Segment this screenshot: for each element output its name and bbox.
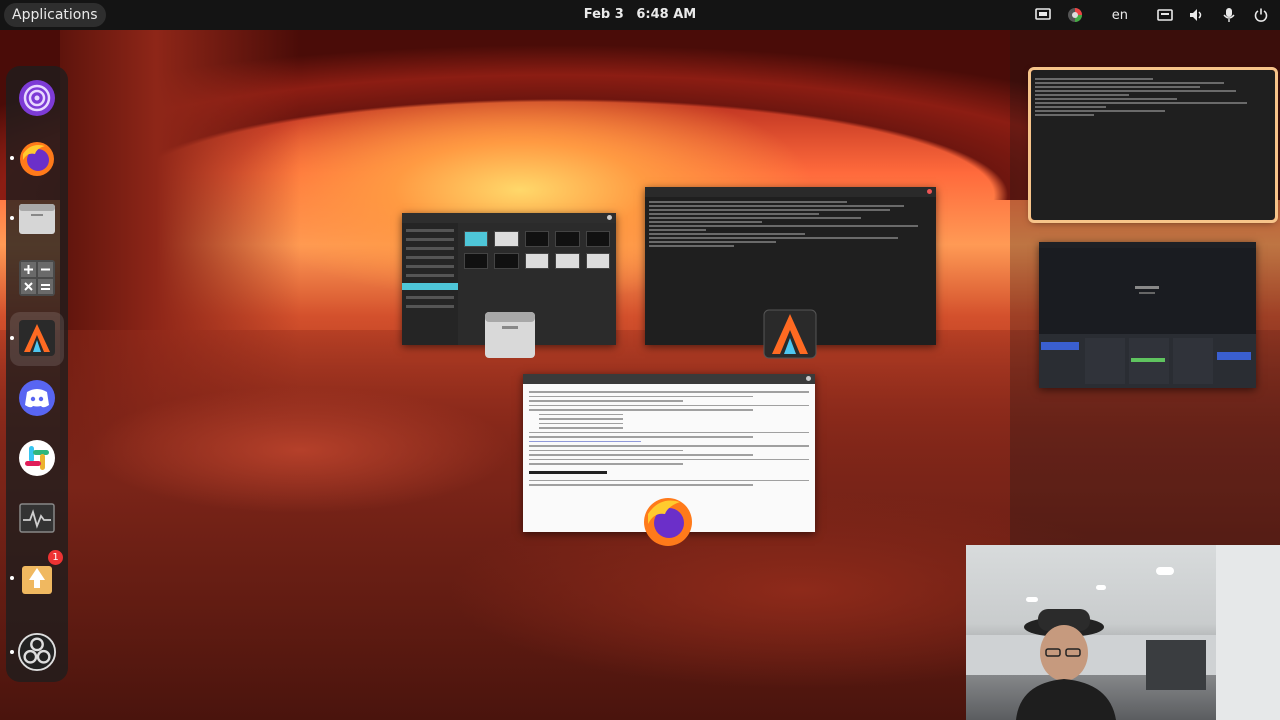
volume-icon[interactable] — [1188, 6, 1206, 24]
microphone-icon[interactable] — [1220, 6, 1238, 24]
webcam-overlay — [966, 545, 1280, 720]
file-thumbnail[interactable] — [494, 231, 519, 247]
discord-icon — [19, 380, 55, 416]
file-thumbnail[interactable] — [585, 231, 610, 247]
dock-item-system-monitor[interactable] — [17, 498, 57, 538]
alacritty-app-badge — [762, 306, 818, 362]
close-icon[interactable] — [927, 189, 932, 194]
active-workspace-frame — [1028, 67, 1278, 223]
keyboard-icon[interactable] — [1156, 6, 1174, 24]
dock-item-discord[interactable] — [17, 378, 57, 418]
file-thumbnail[interactable] — [524, 231, 550, 247]
close-icon[interactable] — [806, 376, 811, 381]
dock-item-tor-browser[interactable] — [17, 78, 57, 118]
language-indicator[interactable]: en — [1112, 6, 1128, 24]
dock-item-software-updater[interactable]: 1 — [10, 550, 63, 598]
clock-time: 6:48 AM — [636, 7, 697, 22]
dock-item-obs-studio[interactable] — [10, 632, 57, 672]
color-picker-icon[interactable] — [1066, 6, 1084, 24]
obs-preview — [1039, 248, 1256, 334]
power-icon[interactable] — [1252, 6, 1270, 24]
files-app-badge — [482, 306, 538, 362]
file-thumbnail[interactable] — [585, 253, 610, 269]
folder-icon — [485, 312, 535, 358]
tor-icon — [19, 80, 55, 116]
workspace-obs[interactable] — [1039, 242, 1256, 388]
file-thumbnail[interactable] — [464, 253, 489, 269]
file-grid — [464, 231, 610, 269]
top-bar: Applications Feb 3 6:48 AM en — [0, 0, 1280, 30]
calculator-icon — [19, 260, 55, 296]
terminal-output — [645, 197, 936, 251]
screen-share-icon[interactable] — [1034, 6, 1052, 24]
dock-item-firefox[interactable] — [10, 138, 57, 178]
file-thumbnail[interactable] — [555, 253, 580, 269]
dock-item-alacritty[interactable] — [10, 318, 57, 358]
system-tray: en — [1034, 0, 1270, 30]
file-thumbnail[interactable] — [494, 253, 519, 269]
file-manager-sidebar — [402, 223, 458, 345]
alacritty-icon — [19, 320, 55, 356]
clock-date: Feb 3 — [583, 7, 624, 22]
file-thumbnail[interactable] — [555, 231, 580, 247]
firefox-icon — [20, 142, 54, 176]
person-silhouette — [1016, 609, 1116, 720]
firefox-app-badge — [640, 492, 696, 548]
dock: 1 — [6, 66, 68, 682]
obs-icon — [17, 632, 57, 672]
system-monitor-icon — [19, 503, 55, 533]
alacritty-icon — [763, 309, 817, 359]
dock-item-files[interactable] — [10, 198, 57, 238]
close-icon[interactable] — [607, 215, 612, 220]
firefox-icon — [644, 498, 692, 546]
dock-item-calculator[interactable] — [17, 258, 57, 298]
update-count-badge: 1 — [48, 550, 63, 565]
sidebar-item-selected[interactable] — [402, 283, 458, 290]
dock-item-slack[interactable] — [17, 438, 57, 478]
slack-icon — [19, 440, 55, 476]
file-thumbnail[interactable] — [524, 253, 550, 269]
folder-icon — [19, 204, 55, 234]
browser-page-content — [523, 384, 815, 493]
file-thumbnail[interactable] — [464, 231, 489, 247]
